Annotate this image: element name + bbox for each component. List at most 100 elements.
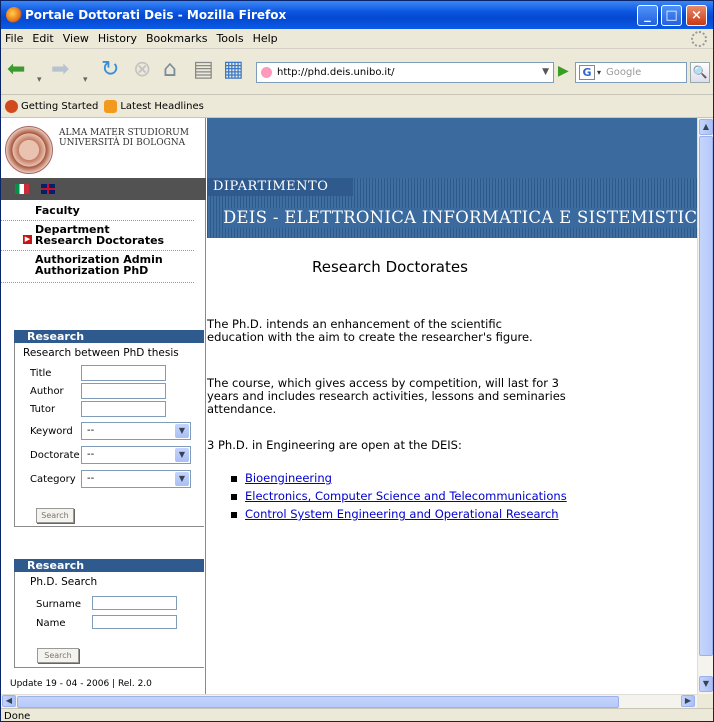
title-label: Title xyxy=(30,368,52,379)
print-icon[interactable]: ▤ xyxy=(193,57,214,83)
bookmarks-toolbar: Getting Started Latest Headlines xyxy=(1,96,713,118)
back-dropdown-icon[interactable]: ▾ xyxy=(37,67,42,93)
menu-view[interactable]: View xyxy=(63,32,89,45)
category-value: -- xyxy=(87,473,95,484)
vertical-scrollbar[interactable]: ▲ ▼ xyxy=(697,118,713,694)
go-icon[interactable]: ▶ xyxy=(558,63,569,79)
reload-icon[interactable]: ↻ xyxy=(101,57,119,83)
home-icon[interactable]: ⌂ xyxy=(163,57,177,83)
engine-dropdown-icon[interactable]: ▾ xyxy=(597,63,601,82)
stop-icon[interactable]: ⊗ xyxy=(133,57,151,83)
course-paragraph: The course, which gives access by compet… xyxy=(207,377,607,416)
url-dropdown-icon[interactable]: ▼ xyxy=(542,63,549,82)
surname-input[interactable] xyxy=(92,596,177,610)
maximize-button[interactable]: □ xyxy=(661,5,682,26)
phd-panel-header: Research xyxy=(14,559,204,572)
browser-window: Portale Dottorati Deis - Mozilla Firefox… xyxy=(0,0,714,722)
horizontal-scrollbar[interactable]: ◀ ▶ xyxy=(1,694,697,708)
back-icon[interactable]: ⬅ xyxy=(7,57,25,83)
list-item: Bioengineering xyxy=(231,469,567,487)
menu-history[interactable]: History xyxy=(98,32,137,45)
research-panel: Research between PhD thesis Title Author… xyxy=(14,343,204,527)
phd-search-button[interactable]: Search xyxy=(37,648,79,663)
menu-bar: File Edit View History Bookmarks Tools H… xyxy=(1,29,713,49)
keyword-select[interactable]: -- ▼ xyxy=(81,422,191,440)
throbber-icon xyxy=(691,31,707,47)
title-bar[interactable]: Portale Dottorati Deis - Mozilla Firefox… xyxy=(1,1,713,29)
nav-department-research[interactable]: ▶ Department Research Doctorates xyxy=(1,221,194,251)
status-bar: Done xyxy=(1,708,713,721)
category-select[interactable]: -- ▼ xyxy=(81,470,191,488)
scroll-right-icon[interactable]: ▶ xyxy=(681,695,695,707)
menu-edit[interactable]: Edit xyxy=(32,32,53,45)
banner-deis: DEIS - ELETTRONICA INFORMATICA E SISTEMI… xyxy=(223,208,697,228)
list-item: Control System Engineering and Operation… xyxy=(231,505,567,523)
url-bar[interactable]: http://phd.deis.unibo.it/ ▼ xyxy=(256,62,554,83)
forward-icon[interactable]: ➡ xyxy=(51,57,69,83)
chevron-down-icon[interactable]: ▼ xyxy=(175,424,189,438)
window-title: Portale Dottorati Deis - Mozilla Firefox xyxy=(25,8,287,22)
current-arrow-icon: ▶ xyxy=(23,235,32,244)
menu-file[interactable]: File xyxy=(5,32,23,45)
nav-auth-phd[interactable]: Authorization PhD xyxy=(35,265,194,276)
menu-help[interactable]: Help xyxy=(253,32,278,45)
nav-authorization: Authorization Admin Authorization PhD xyxy=(1,251,194,283)
bookmark-getting-started[interactable]: Getting Started xyxy=(21,101,98,112)
doctorate-label: Doctorate xyxy=(30,450,80,461)
category-label: Category xyxy=(30,474,76,485)
tutor-input[interactable] xyxy=(81,401,166,417)
research-subtitle: Research between PhD thesis xyxy=(23,347,179,359)
scroll-left-icon[interactable]: ◀ xyxy=(2,695,16,707)
department-banner: DIPARTIMENTO DEIS - ELETTRONICA INFORMAT… xyxy=(207,118,697,238)
phd-links-list: Bioengineering Electronics, Computer Sci… xyxy=(231,469,567,523)
update-info: Update 19 - 04 - 2006 | Rel. 2.0 xyxy=(10,679,152,689)
left-column: ALMA MATER STUDIORUM UNIVERSITÀ DI BOLOG… xyxy=(1,118,206,694)
close-button[interactable]: × xyxy=(686,5,707,26)
name-input[interactable] xyxy=(92,615,177,629)
vertical-scroll-thumb[interactable] xyxy=(699,136,713,656)
phd-subtitle: Ph.D. Search xyxy=(30,576,98,588)
university-seal-icon xyxy=(5,126,53,174)
search-icon[interactable]: 🔍 xyxy=(690,62,710,83)
tutor-label: Tutor xyxy=(30,404,56,415)
intro-paragraph: The Ph.D. intends an enhancement of the … xyxy=(207,318,607,344)
nav-research-doctorates[interactable]: Research Doctorates xyxy=(35,235,194,246)
firefox-icon xyxy=(6,7,22,23)
getting-started-icon xyxy=(5,100,18,113)
page-content: ALMA MATER STUDIORUM UNIVERSITÀ DI BOLOG… xyxy=(1,118,697,694)
search-placeholder: Google xyxy=(606,67,642,78)
link-bioengineering[interactable]: Bioengineering xyxy=(245,471,332,485)
doctorate-select[interactable]: -- ▼ xyxy=(81,446,191,464)
keyword-label: Keyword xyxy=(30,426,73,437)
menu-tools[interactable]: Tools xyxy=(216,32,243,45)
title-input[interactable] xyxy=(81,365,166,381)
author-input[interactable] xyxy=(81,383,166,399)
italian-flag-icon[interactable] xyxy=(15,184,29,194)
forward-dropdown-icon[interactable]: ▾ xyxy=(83,67,88,93)
logo-line1: ALMA MATER STUDIORUM xyxy=(59,128,189,138)
chevron-down-icon[interactable]: ▼ xyxy=(175,448,189,462)
link-control-systems[interactable]: Control System Engineering and Operation… xyxy=(245,507,559,521)
english-flag-icon[interactable] xyxy=(41,184,55,194)
bookmark-latest-headlines[interactable]: Latest Headlines xyxy=(120,101,204,112)
link-electronics[interactable]: Electronics, Computer Science and Teleco… xyxy=(245,489,567,503)
scroll-up-icon[interactable]: ▲ xyxy=(699,119,713,135)
nav-faculty[interactable]: Faculty xyxy=(1,202,194,221)
search-box[interactable]: G ▾ Google xyxy=(575,62,687,83)
menu-bookmarks[interactable]: Bookmarks xyxy=(146,32,207,45)
minimize-button[interactable]: _ xyxy=(637,5,658,26)
p1-line2: education with the aim to create the res… xyxy=(207,330,533,344)
left-navigation: Faculty ▶ Department Research Doctorates… xyxy=(1,202,206,283)
scroll-down-icon[interactable]: ▼ xyxy=(699,676,713,692)
horizontal-scroll-thumb[interactable] xyxy=(17,696,619,708)
research-search-button[interactable]: Search xyxy=(36,508,74,523)
google-engine-icon[interactable]: G xyxy=(579,65,595,80)
phd-search-panel: Ph.D. Search Surname Name Search xyxy=(14,572,204,668)
language-bar xyxy=(1,178,206,200)
phd-count-paragraph: 3 Ph.D. in Engineering are open at the D… xyxy=(207,438,462,452)
chevron-down-icon[interactable]: ▼ xyxy=(175,472,189,486)
keyword-value: -- xyxy=(87,425,95,436)
logo-line2: UNIVERSITÀ DI BOLOGNA xyxy=(59,138,186,148)
university-logo[interactable]: ALMA MATER STUDIORUM UNIVERSITÀ DI BOLOG… xyxy=(1,118,206,178)
new-tab-icon[interactable]: ▦ xyxy=(223,57,244,83)
